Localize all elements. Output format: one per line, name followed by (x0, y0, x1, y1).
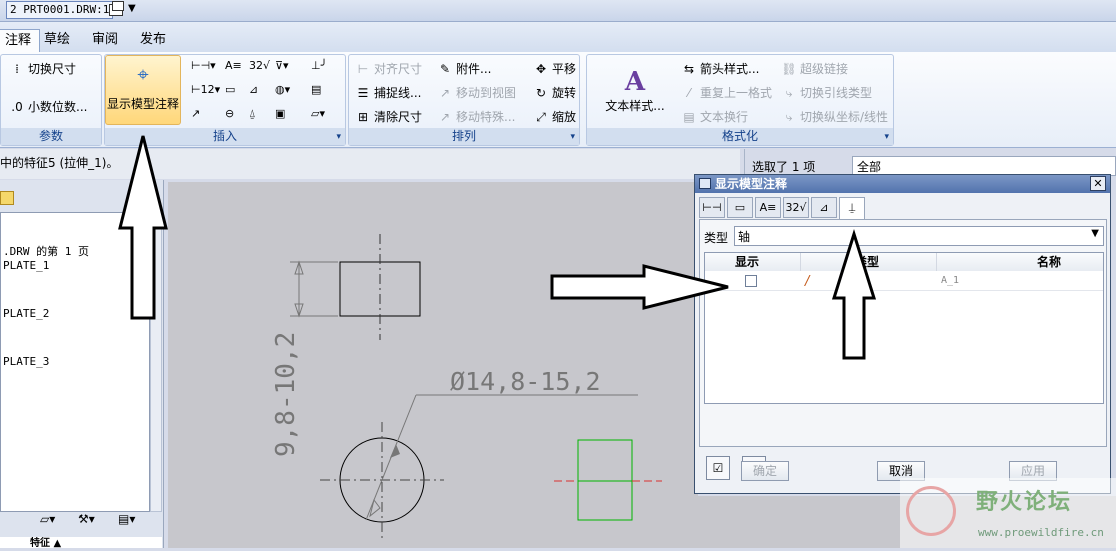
watermark-text: 野火论坛 (976, 490, 1073, 515)
watermark-url: www.proewildfire.cn (978, 526, 1104, 539)
up-arrow (831, 228, 877, 360)
annotation-arrows (118, 135, 877, 360)
watermark-logo (906, 486, 956, 536)
right-arrow (550, 264, 729, 310)
up-arrow (118, 135, 168, 320)
